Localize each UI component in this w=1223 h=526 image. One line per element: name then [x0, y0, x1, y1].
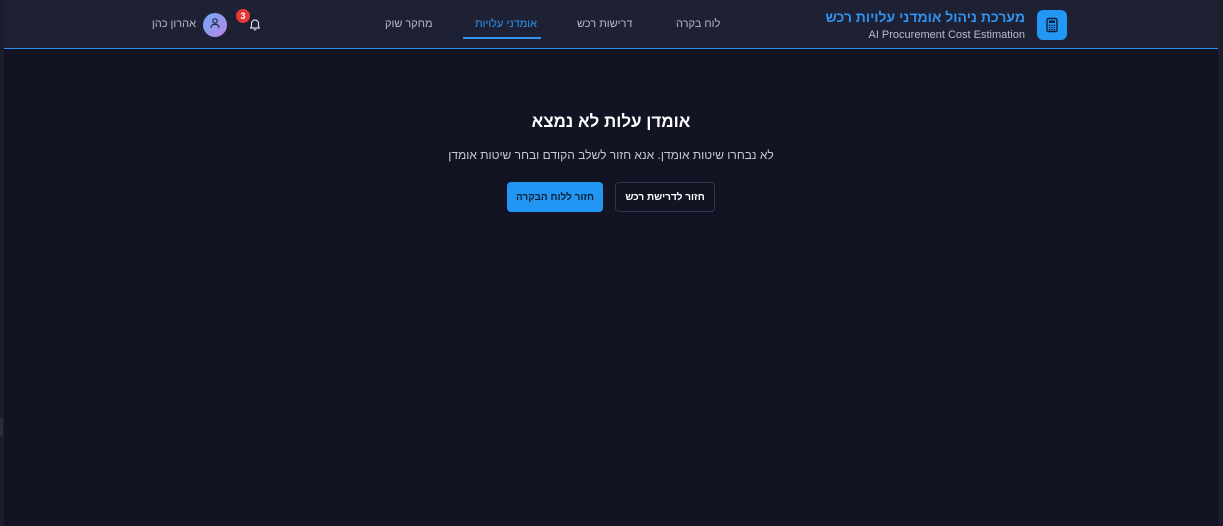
- user-name[interactable]: אהרון כהן: [152, 18, 196, 30]
- page-title: אומדן עלות לא נמצא: [531, 112, 691, 131]
- tab-procurement-requirements[interactable]: דרישות רכש: [577, 18, 633, 30]
- user-icon: [209, 16, 221, 34]
- back-to-dashboard-button[interactable]: חזור ללוח הבקרה: [507, 182, 603, 212]
- bell-icon[interactable]: [248, 17, 262, 31]
- window-edge-handle: [0, 418, 3, 436]
- tab-dashboard[interactable]: לוח בקרה: [676, 18, 720, 30]
- app-window: מערכת ניהול אומדני עלויות רכש AI Procure…: [4, 0, 1218, 526]
- avatar[interactable]: [203, 13, 227, 37]
- app-subtitle: AI Procurement Cost Estimation: [868, 29, 1025, 41]
- top-header: מערכת ניהול אומדני עלויות רכש AI Procure…: [4, 0, 1218, 49]
- calculator-icon: [1037, 10, 1067, 40]
- notification-badge: 3: [236, 9, 250, 23]
- active-tab-indicator: [463, 37, 541, 39]
- tab-cost-estimates[interactable]: אומדני עלויות: [475, 18, 537, 30]
- empty-state-message: לא נבחרו שיטות אומדן. אנא חזור לשלב הקוד…: [448, 148, 774, 162]
- tab-market-research[interactable]: מחקר שוק: [385, 18, 433, 30]
- app-title: מערכת ניהול אומדני עלויות רכש: [825, 9, 1025, 25]
- back-to-requirement-button[interactable]: חזור לדרישת רכש: [615, 182, 715, 212]
